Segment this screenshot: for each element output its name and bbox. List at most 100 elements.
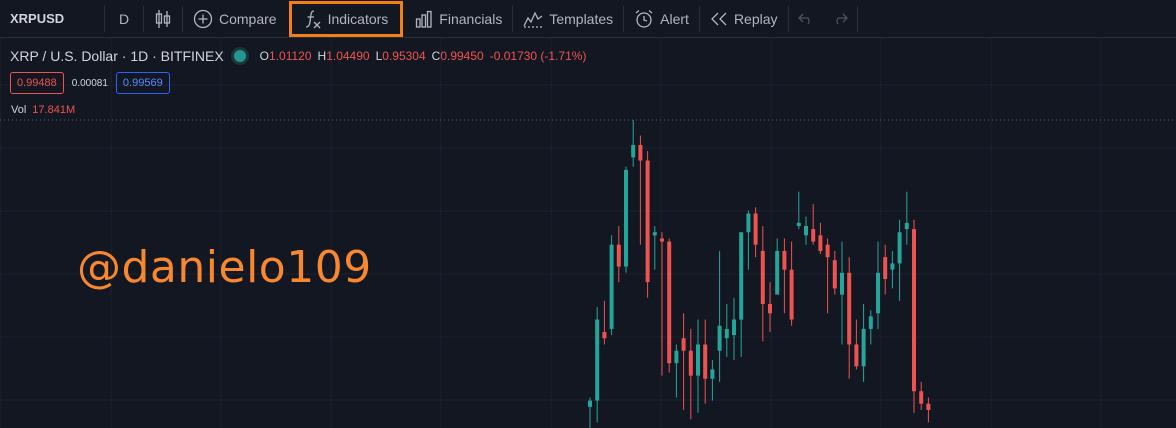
candle-body <box>847 272 852 345</box>
candle <box>832 250 837 295</box>
ohlc-values: O1.01120 H1.04490 L0.95304 C0.99450 -0.0… <box>260 49 587 63</box>
candle-body <box>724 328 729 339</box>
candle <box>904 191 909 245</box>
high-value: 1.04490 <box>326 49 370 63</box>
compare-label: Compare <box>219 10 277 27</box>
candle <box>602 300 607 345</box>
open-label: O <box>259 49 270 63</box>
price-chart[interactable] <box>0 38 1176 428</box>
candle <box>739 232 744 357</box>
candle-body <box>760 250 765 304</box>
candle <box>868 310 873 345</box>
symbol-label: XRPUSD <box>10 11 65 26</box>
interval-label: D <box>118 10 130 27</box>
indicators-label: Indicators <box>327 10 389 27</box>
candle-body <box>696 344 700 376</box>
templates-button[interactable]: Templates <box>513 0 623 38</box>
candle <box>624 166 628 273</box>
candle-body <box>883 257 888 279</box>
candle-body <box>919 391 924 404</box>
plus-circle-icon <box>193 9 213 29</box>
candle-body <box>775 250 780 295</box>
alarm-clock-icon <box>634 9 654 29</box>
candle <box>703 319 708 404</box>
low-value: 0.95304 <box>382 49 426 63</box>
chart-pane[interactable] <box>0 38 1176 428</box>
redo-icon <box>832 13 848 25</box>
candle <box>890 250 895 289</box>
candle <box>847 257 852 379</box>
candle <box>645 151 650 298</box>
candle-body <box>804 226 808 236</box>
volume-label: Vol <box>11 104 27 116</box>
candle-body <box>876 272 880 314</box>
candle <box>883 244 888 295</box>
sell-price-button[interactable]: 0.99488 <box>10 72 64 94</box>
high-label: H <box>317 49 327 63</box>
ask-value: 0.99569 <box>122 77 163 89</box>
top-toolbar: XRPUSD D Compare Indicators Financials T… <box>0 0 1176 38</box>
candle <box>674 344 679 398</box>
candle-body <box>897 232 902 264</box>
candle <box>818 222 823 255</box>
candle-body <box>789 269 794 320</box>
replay-button[interactable]: Replay <box>700 0 788 38</box>
undo-icon <box>797 13 814 25</box>
chart-style-button[interactable] <box>144 0 182 38</box>
candle <box>688 328 693 420</box>
change-value: -0.01730 (-1.71%) <box>489 49 587 63</box>
candle-body <box>717 325 722 351</box>
candle-body <box>710 369 715 379</box>
symbol-search-button[interactable]: XRPUSD <box>0 0 104 38</box>
candle-body <box>825 244 830 258</box>
financials-label: Financials <box>439 10 503 27</box>
rewind-icon <box>710 11 728 27</box>
financials-button[interactable]: Financials <box>405 0 512 38</box>
candle-body <box>631 144 636 158</box>
volume-legend[interactable]: Vol 17.841M <box>11 104 75 116</box>
candle <box>588 397 592 428</box>
candle <box>696 319 700 414</box>
candle <box>811 204 816 245</box>
candle <box>804 216 808 245</box>
spread-value: 0.00081 <box>71 77 108 89</box>
candle <box>854 319 859 370</box>
candle <box>796 191 801 230</box>
candle-body <box>739 232 744 320</box>
candle-body <box>768 303 772 314</box>
candle-body <box>688 350 693 376</box>
candle <box>876 241 880 329</box>
candle <box>897 219 902 301</box>
candle <box>825 238 830 314</box>
redo-button[interactable] <box>823 0 857 38</box>
candle <box>912 219 916 414</box>
alert-label: Alert <box>660 10 689 27</box>
indicators-button[interactable]: Indicators <box>288 0 404 37</box>
candle <box>861 303 866 382</box>
compare-button[interactable]: Compare <box>183 0 287 38</box>
undo-button[interactable] <box>789 0 823 38</box>
candle <box>631 120 636 167</box>
market-status-icon[interactable] <box>233 50 246 62</box>
candle-body <box>667 241 672 364</box>
candle-body <box>674 350 679 364</box>
buy-price-button[interactable]: 0.99569 <box>115 72 170 94</box>
templates-label: Templates <box>549 10 614 27</box>
candle-body <box>681 338 686 351</box>
candle-body <box>840 272 844 295</box>
interval-button[interactable]: D <box>105 0 143 38</box>
candle <box>681 313 686 410</box>
series-title[interactable]: XRP / U.S. Dollar · 1D · BITFINEX <box>10 48 224 64</box>
candle-body <box>861 328 866 367</box>
bar-chart-icon <box>415 10 433 28</box>
candles-icon <box>154 9 172 29</box>
toolbar-divider <box>856 5 858 32</box>
candle <box>609 235 614 336</box>
candle <box>926 397 931 423</box>
open-value: 1.01120 <box>269 49 312 63</box>
alert-button[interactable]: Alert <box>624 0 699 38</box>
candle <box>760 226 765 342</box>
candle <box>652 226 657 270</box>
candle-body <box>652 232 657 236</box>
candle-body <box>624 169 628 267</box>
